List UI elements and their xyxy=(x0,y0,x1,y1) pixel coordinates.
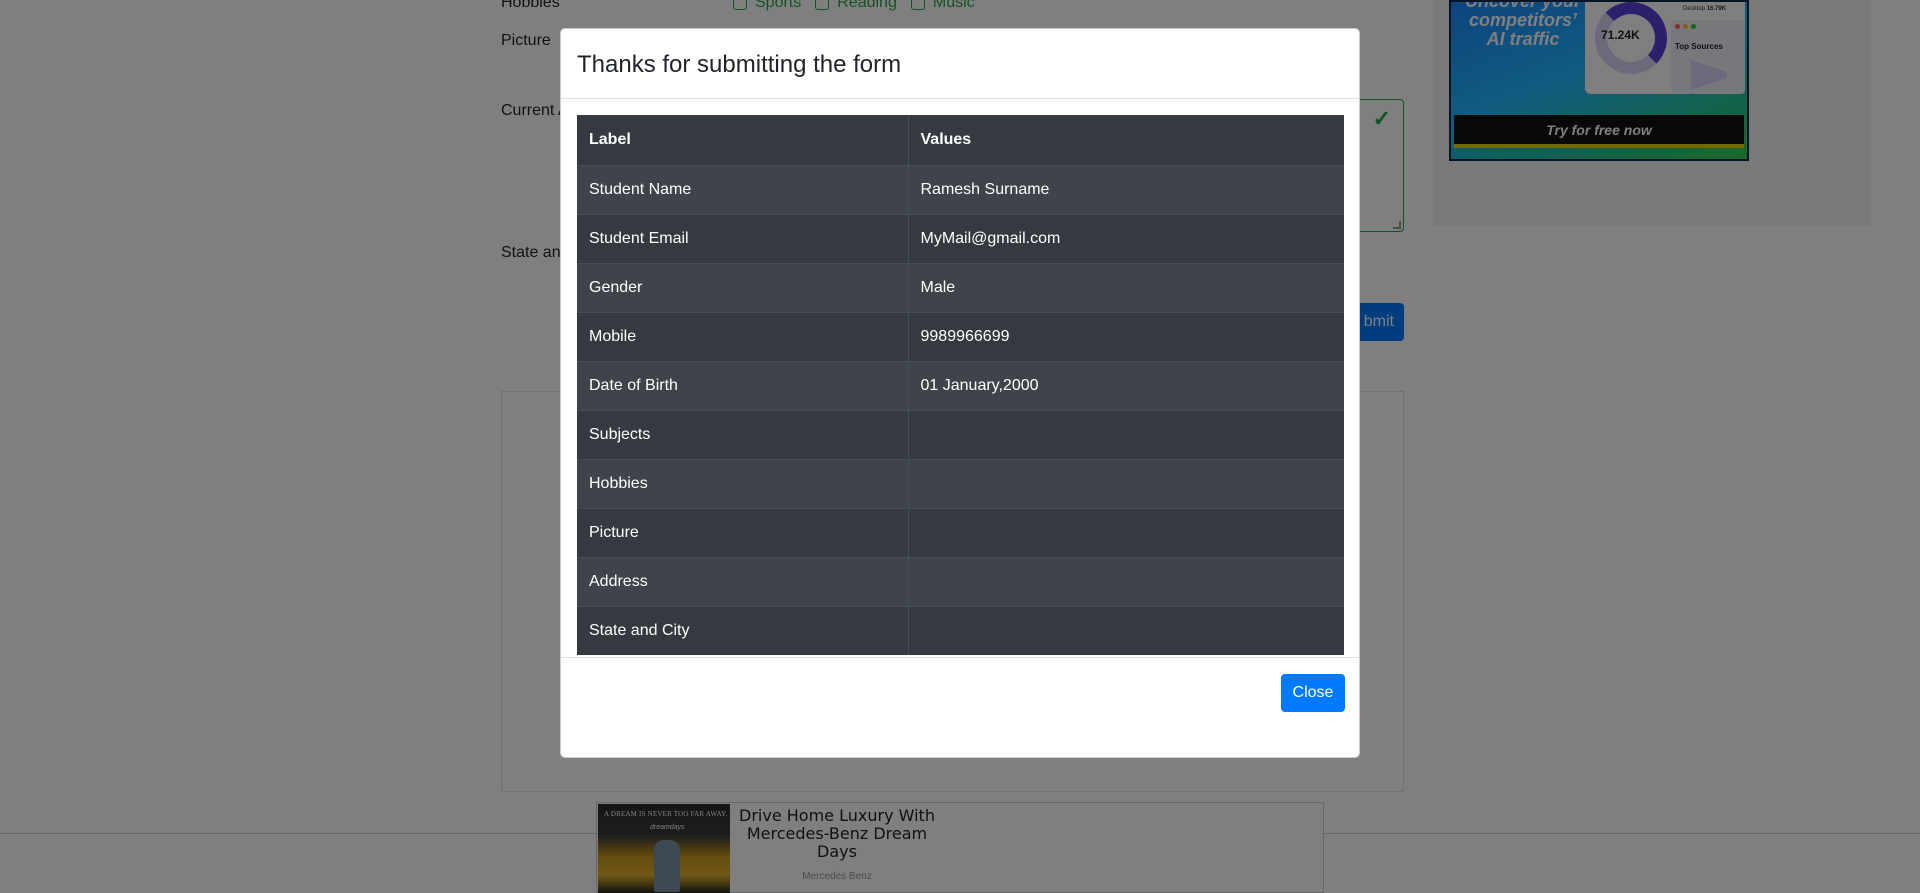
row-label: State and City xyxy=(577,605,909,655)
table-row: Hobbies xyxy=(577,458,1344,508)
table-row: Subjects xyxy=(577,409,1344,459)
row-value: Ramesh Surname xyxy=(908,164,1344,214)
row-value xyxy=(908,605,1344,655)
column-header-label: Label xyxy=(577,115,909,166)
table-row: State and City xyxy=(577,605,1344,655)
table-row: Mobile 9989966699 xyxy=(577,311,1344,361)
modal-footer: Close xyxy=(561,657,1359,727)
table-row: Gender Male xyxy=(577,262,1344,312)
row-value xyxy=(908,458,1344,508)
row-value: MyMail@gmail.com xyxy=(908,213,1344,263)
row-value: 01 January,2000 xyxy=(908,360,1344,410)
row-label: Hobbies xyxy=(577,458,909,508)
row-value xyxy=(908,507,1344,557)
table-row: Address xyxy=(577,556,1344,606)
row-label: Mobile xyxy=(577,311,909,361)
table-row: Date of Birth 01 January,2000 xyxy=(577,360,1344,410)
modal-title: Thanks for submitting the form xyxy=(577,50,902,78)
row-label: Address xyxy=(577,556,909,606)
submission-table: Label Values Student Name Ramesh Surname … xyxy=(577,115,1344,655)
table-row: Picture xyxy=(577,507,1344,557)
row-label: Gender xyxy=(577,262,909,312)
table-header-row: Label Values xyxy=(577,115,1344,166)
row-label: Picture xyxy=(577,507,909,557)
modal-body: Label Values Student Name Ramesh Surname … xyxy=(561,99,1359,657)
row-label: Subjects xyxy=(577,409,909,459)
row-value xyxy=(908,556,1344,606)
column-header-values: Values xyxy=(908,115,1344,166)
close-button[interactable]: Close xyxy=(1281,673,1345,712)
row-label: Student Name xyxy=(577,164,909,214)
row-value: 9989966699 xyxy=(908,311,1344,361)
row-label: Student Email xyxy=(577,213,909,263)
modal-header: Thanks for submitting the form xyxy=(561,29,1359,99)
table-row: Student Email MyMail@gmail.com xyxy=(577,213,1344,263)
submission-modal: Thanks for submitting the form Label Val… xyxy=(560,28,1360,758)
row-label: Date of Birth xyxy=(577,360,909,410)
row-value xyxy=(908,409,1344,459)
table-row: Student Name Ramesh Surname xyxy=(577,164,1344,214)
row-value: Male xyxy=(908,262,1344,312)
